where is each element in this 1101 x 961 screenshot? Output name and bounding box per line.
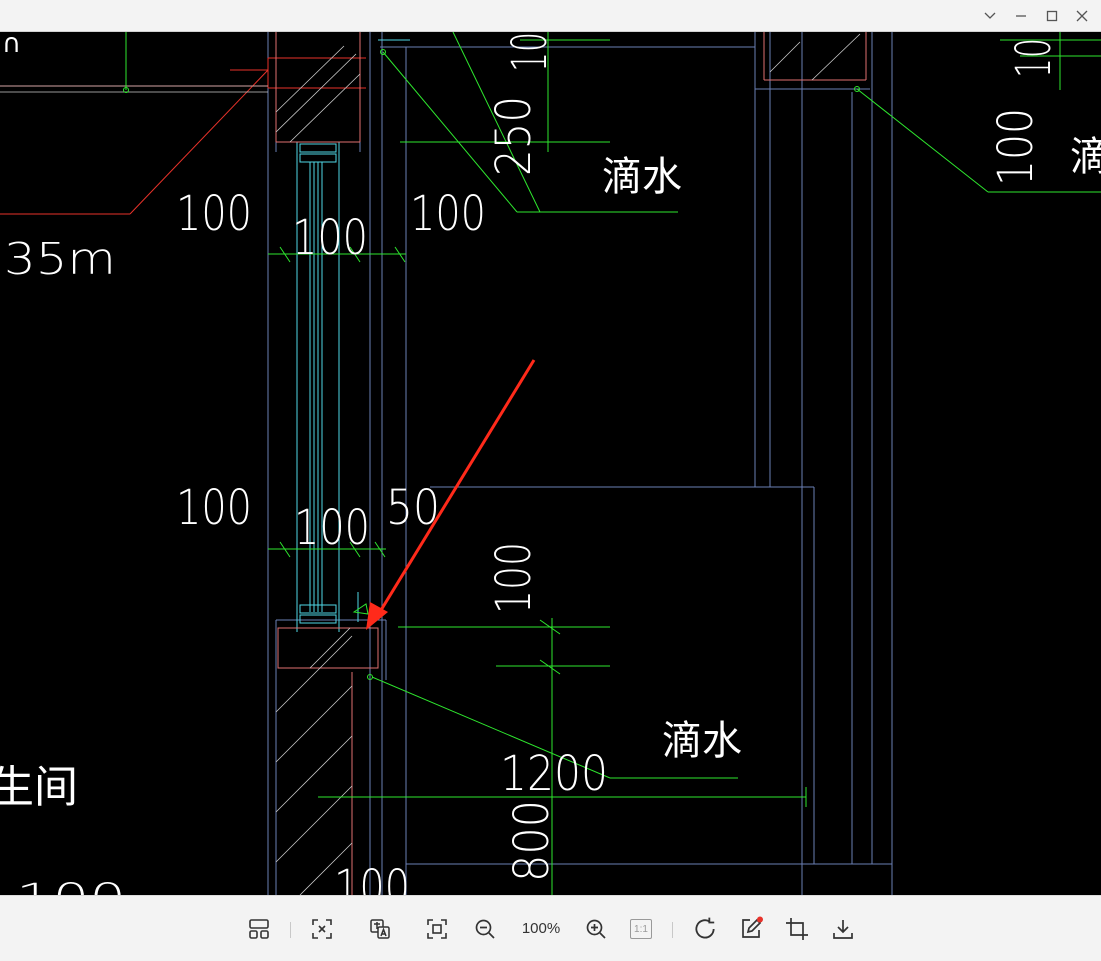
toolbar-divider [290,922,291,938]
download-button[interactable] [828,914,858,944]
dim-text: 100 [176,186,252,242]
drip-label-partial: 滴 [1070,134,1101,180]
zoom-out-button[interactable] [470,914,500,944]
chevron-down-icon [984,12,996,19]
zoom-in-icon [586,919,606,939]
actual-size-button[interactable]: 1:1 [626,914,656,944]
toolbar-divider [672,922,673,938]
maximize-icon [1046,10,1058,22]
close-button[interactable] [1069,4,1095,28]
dim-text: 50 [386,480,440,536]
dim-text: 100 [334,860,410,895]
dim-text: 100 [294,500,370,556]
dim-text: 35m [4,234,116,285]
frame-button[interactable] [422,914,452,944]
edit-button[interactable] [736,914,766,944]
title-bar [0,0,1101,32]
dim-text-vertical: 100 [486,542,542,614]
rotate-icon [695,917,715,939]
crop-button[interactable] [782,914,812,944]
dim-text: 100 [16,876,126,895]
close-icon [1076,10,1088,22]
collapse-button[interactable] [977,4,1003,28]
cad-drawing: 100 100 100 35m 100 100 50 1200 100 100 … [0,32,1101,895]
download-icon [833,920,853,939]
crop-icon [786,918,808,940]
room-label-partial: 生间 [0,762,78,813]
dim-text-vertical: 250 [486,96,542,176]
dim-text-vertical: 800 [504,800,560,882]
actual-size-icon: 1:1 [630,919,652,939]
fit-icon [312,919,332,939]
corner-glyph-partial: ∩ [2,32,21,59]
minimize-button[interactable] [1008,4,1034,28]
dim-text-vertical: 10 [1006,38,1062,78]
translate-button[interactable] [365,914,395,944]
dim-text: 1200 [500,746,608,802]
zoom-out-icon [475,919,495,939]
dim-text: 100 [292,210,368,266]
drip-label: 滴水 [662,718,742,764]
maximize-button[interactable] [1039,4,1065,28]
dim-text: 100 [176,480,252,536]
dim-text-vertical: 10 [502,32,558,72]
image-viewport[interactable]: 100 100 100 35m 100 100 50 1200 100 100 … [0,32,1101,895]
fit-button[interactable] [307,914,337,944]
viewer-toolbar: 100% 1:1 [0,895,1101,961]
translate-icon [370,919,390,939]
dim-text-vertical: 100 [988,108,1044,186]
drip-label: 滴水 [602,154,682,200]
minimize-icon [1016,15,1026,17]
rotate-button[interactable] [690,914,720,944]
zoom-in-button[interactable] [581,914,611,944]
frame-icon [427,919,447,939]
zoom-level: 100% [521,920,561,937]
dim-text: 100 [410,186,486,242]
layout-button[interactable] [244,914,274,944]
layout-icon [249,919,269,939]
edit-icon [742,916,763,938]
